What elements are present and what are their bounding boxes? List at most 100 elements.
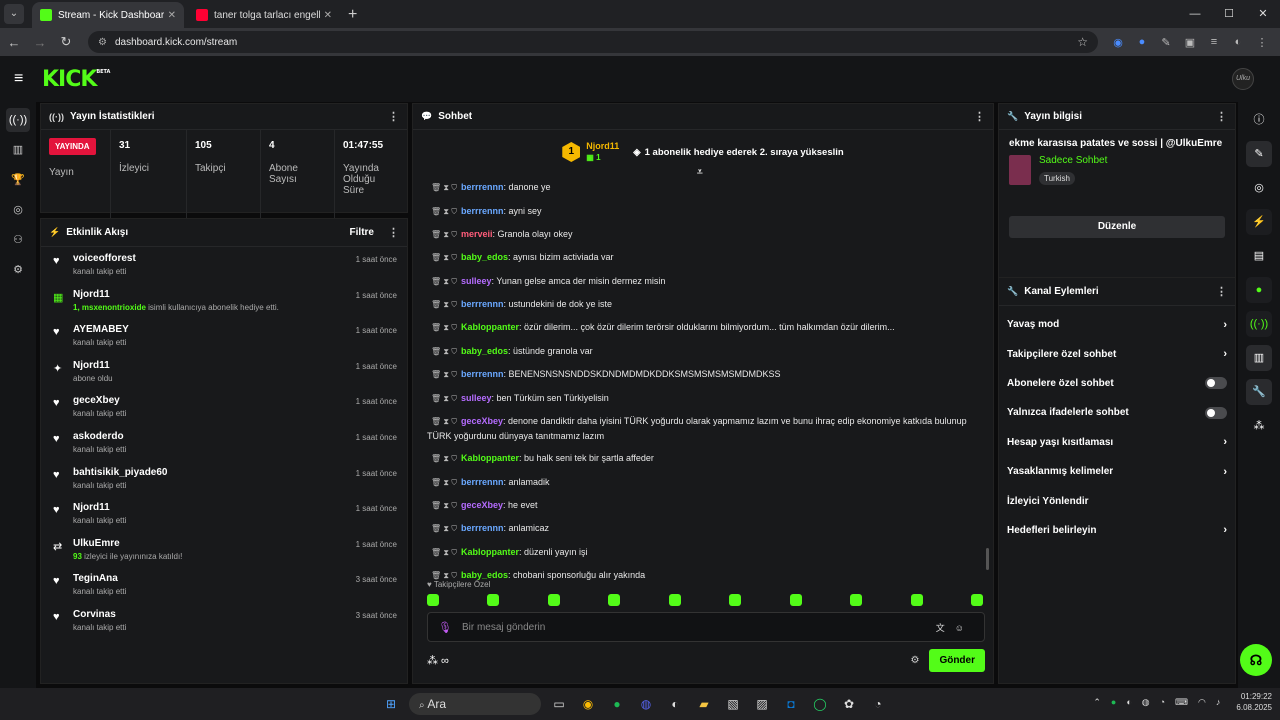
chat-message[interactable]: 🗑 ⧗ ⛉ berrrennn: BENENSNSNSNDDSKDNDMDMDKD…	[427, 363, 983, 386]
chat-message[interactable]: 🗑 ⧗ ⛉ berrrennn: ayni sey	[427, 199, 983, 222]
activity-username[interactable]: bahtisikik_piyade60	[73, 467, 397, 478]
more-options-icon[interactable]: ⋮	[388, 226, 399, 239]
chat-username[interactable]: berrrennn	[461, 206, 504, 216]
file-explorer-icon[interactable]: ▰	[693, 693, 715, 715]
task-view-icon[interactable]: ▭	[548, 693, 570, 715]
activity-row[interactable]: ♥ bahtisikik_piyade60 kanalı takip etti 1 s…	[51, 461, 397, 497]
chat-message[interactable]: 🗑 ⧗ ⛉ berrrennn: anlamicaz	[427, 517, 983, 540]
extension-icon[interactable]: ✎	[1154, 36, 1178, 49]
chat-username[interactable]: berrrennn	[461, 182, 504, 192]
activity-row[interactable]: ♥ askoderdo kanalı takip etti 1 saat önce	[51, 425, 397, 461]
activity-username[interactable]: UlkuEmre	[73, 538, 397, 549]
activity-username[interactable]: geceXbey	[73, 395, 397, 406]
chat-username[interactable]: sulleey	[461, 393, 492, 403]
chat-username[interactable]: berrrennn	[461, 299, 504, 309]
wrench-icon[interactable]: 🔧	[1246, 379, 1272, 405]
app-icon[interactable]: ◔	[867, 693, 889, 715]
more-options-icon[interactable]: ⋮	[1216, 110, 1227, 123]
chat-message[interactable]: 🗑 ⧗ ⛉ sulleey: ben Türküm sen Türkiyelisi…	[427, 386, 983, 409]
tray-steam-icon[interactable]: ◐	[1126, 697, 1131, 707]
chat-message[interactable]: 🗑 ⧗ ⛉ merveii: Granola olayı okey	[427, 223, 983, 246]
mod-action-icons[interactable]: 🗑 ⧗ ⛉	[431, 478, 457, 487]
discord-icon[interactable]: ◍	[635, 693, 657, 715]
filter-button[interactable]: Filtre	[350, 227, 374, 238]
more-options-icon[interactable]: ⋮	[1216, 285, 1227, 298]
taskbar-search[interactable]: ⌕ Ara	[409, 693, 541, 715]
lightning-icon[interactable]: ⚡	[1246, 209, 1272, 235]
emote-icon[interactable]	[850, 594, 863, 606]
chat-message[interactable]: 🗑 ⧗ ⛉ berrrennn: danone ye	[427, 176, 983, 199]
category-name[interactable]: Sadece Sohbet	[1039, 155, 1107, 166]
activity-row[interactable]: ⇄ UlkuEmre 93 izleyici ile yayınınıza katı…	[51, 532, 397, 568]
spotify-icon[interactable]: ●	[606, 693, 628, 715]
activity-row[interactable]: ▦ Njord11 1, msxenontrioxide isimli kullan…	[51, 283, 397, 319]
chat-message[interactable]: 🗑 ⧗ ⛉ baby_edos: chobani sponsorluğu alır…	[427, 564, 983, 587]
chat-message[interactable]: 🗑 ⧗ ⛉ geceXbey: denone dandiktir daha iyi…	[427, 410, 983, 447]
chat-message[interactable]: 🗑 ⧗ ⛉ Kabloppanter: özür dilerim... çok ö…	[427, 316, 983, 339]
activity-row[interactable]: ♥ TeginAna kanalı takip etti 3 saat önce	[51, 567, 397, 603]
tray-app-icon[interactable]: ◔	[1160, 697, 1165, 707]
emote-icon[interactable]	[668, 594, 681, 606]
activity-username[interactable]: askoderdo	[73, 431, 397, 442]
mod-action-icons[interactable]: 🗑 ⧗ ⛉	[431, 183, 457, 192]
mod-action-icons[interactable]: 🗑 ⧗ ⛉	[431, 300, 457, 309]
chat-username[interactable]: sulleey	[461, 276, 492, 286]
site-info-icon[interactable]: ⚙	[98, 37, 107, 48]
steam-icon[interactable]: ◐	[664, 693, 686, 715]
tab-search-icon[interactable]: ⌄	[4, 4, 24, 24]
settings-icon[interactable]: ⚙	[6, 258, 30, 282]
layout-icon[interactable]: ▥	[1246, 345, 1272, 371]
clock[interactable]: 01:29:22 6.08.2025	[1236, 691, 1272, 713]
chat-username[interactable]: Kabloppanter	[461, 453, 519, 463]
pinned-gift-banner[interactable]: 1 Njord11 ▦ 1 ◈ 1 abonelik hediye ederek …	[413, 130, 993, 178]
community-icon[interactable]: ⁂	[1246, 413, 1272, 439]
chat-message[interactable]: 🗑 ⧗ ⛉ sulleey: Yunan gelse amca der misin…	[427, 270, 983, 293]
chat-username[interactable]: berrrennn	[461, 369, 504, 379]
chat-settings-icon[interactable]: ⚙	[910, 655, 919, 666]
broadcast-icon[interactable]: ((·))	[1246, 311, 1272, 337]
activity-username[interactable]: Njord11	[73, 502, 397, 513]
support-chat-button[interactable]: ☊	[1240, 644, 1272, 676]
activity-username[interactable]: AYEMABEY	[73, 324, 397, 335]
translate-emoji-icons[interactable]: 文☺	[936, 621, 974, 634]
volume-icon[interactable]: ♪	[1216, 697, 1221, 707]
emote-icon[interactable]	[608, 594, 621, 606]
maximize-button[interactable]: ☐	[1212, 0, 1246, 28]
edit-button[interactable]: Düzenle	[1009, 216, 1225, 238]
close-window-button[interactable]: ✕	[1246, 0, 1280, 28]
moderation-icon[interactable]: ◎	[1246, 175, 1272, 201]
chat-message[interactable]: 🗑 ⧗ ⛉ berrrennn: anlamadik	[427, 471, 983, 494]
chrome-icon[interactable]: ◉	[577, 693, 599, 715]
mod-action-icons[interactable]: 🗑 ⧗ ⛉	[431, 501, 457, 510]
chat-message[interactable]: 🗑 ⧗ ⛉ berrrennn: ustundekini de dok ye is…	[427, 293, 983, 316]
puzzle-icon[interactable]: ▣	[1178, 36, 1202, 49]
mod-action-icons[interactable]: 🗑 ⧗ ⛉	[431, 571, 457, 580]
emote-icon[interactable]	[487, 594, 500, 606]
toggle-switch[interactable]	[1205, 377, 1227, 390]
new-tab-button[interactable]: +	[348, 6, 357, 24]
chat-message[interactable]: 🗑 ⧗ ⛉ Kabloppanter: bu halk seni tek bir …	[427, 447, 983, 470]
chat-username[interactable]: geceXbey	[461, 500, 503, 510]
stream-icon[interactable]: ((·))	[6, 108, 30, 132]
close-icon[interactable]: ✕	[168, 10, 176, 21]
chevron-right-icon[interactable]: ›	[1223, 524, 1227, 536]
tray-app-icon[interactable]: ●	[1111, 697, 1116, 707]
chat-username[interactable]: baby_edos	[461, 346, 508, 356]
mod-action-icons[interactable]: 🗑 ⧗ ⛉	[431, 323, 457, 332]
chat-username[interactable]: baby_edos	[461, 570, 508, 580]
moderation-icon[interactable]: ◎	[6, 198, 30, 222]
tray-chevron-icon[interactable]: ⌃	[1093, 697, 1101, 708]
minimize-button[interactable]: —	[1178, 0, 1212, 28]
emote-icon[interactable]	[970, 594, 983, 606]
activity-username[interactable]: Njord11	[73, 360, 397, 371]
activity-row[interactable]: ♥ Corvinas kanalı takip etti 3 saat önce	[51, 603, 397, 639]
community-icon[interactable]: ⚇	[6, 228, 30, 252]
emote-icon[interactable]	[427, 594, 439, 606]
points-icon[interactable]: ⁂ ∞	[427, 654, 449, 667]
chat-username[interactable]: baby_edos	[461, 252, 508, 262]
extension-icon[interactable]: ◉	[1106, 36, 1130, 49]
photos-icon[interactable]: ▧	[722, 693, 744, 715]
analytics-icon[interactable]: ▥	[6, 138, 30, 162]
chat-scrollbar[interactable]	[986, 548, 989, 570]
channel-action-row[interactable]: Hedefleri belirleyin ›	[999, 516, 1235, 545]
